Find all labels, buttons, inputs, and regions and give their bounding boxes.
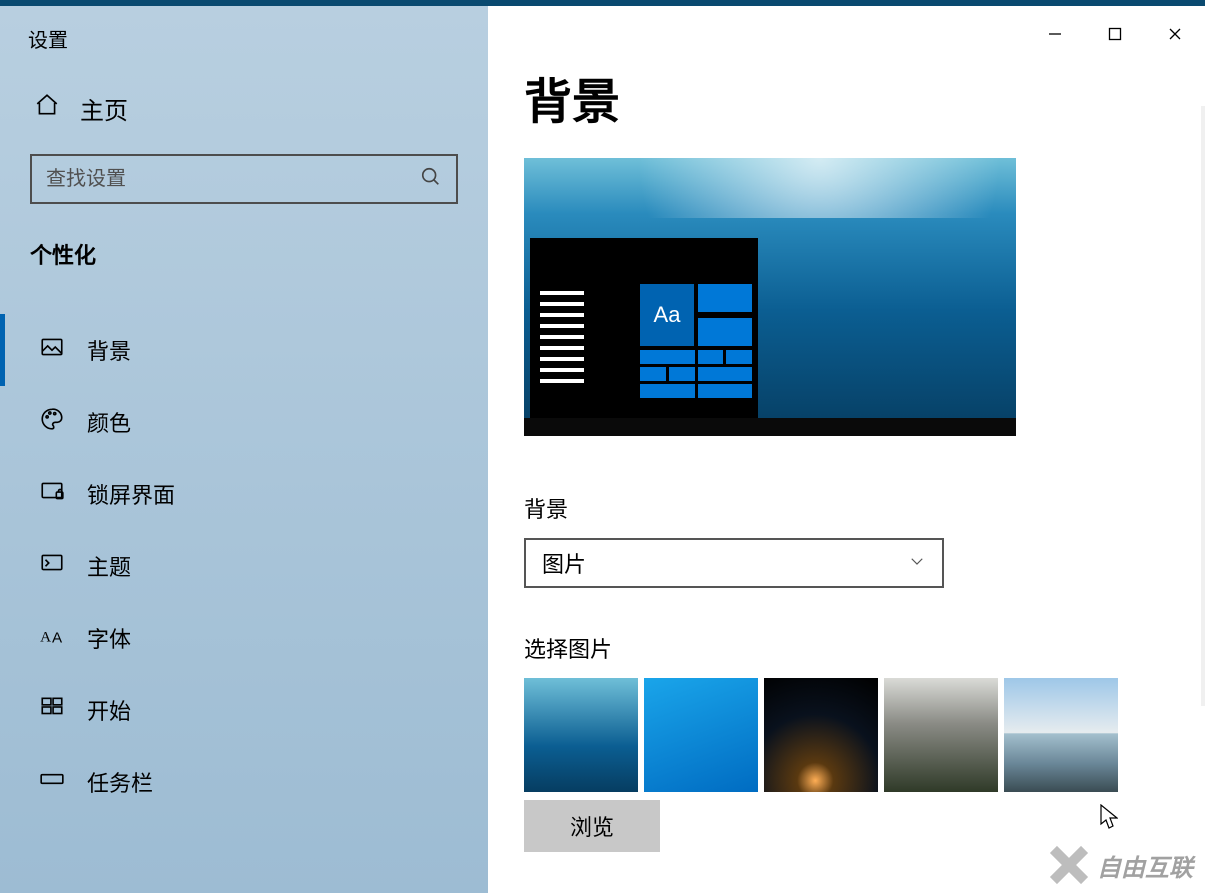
sidebar-nav: 背景 颜色 锁屏界面 主题 [0, 314, 488, 818]
watermark-x-icon [1049, 845, 1089, 885]
sidebar-item-colors[interactable]: 颜色 [0, 386, 488, 458]
sidebar-item-label: 背景 [87, 334, 131, 366]
taskbar-icon [39, 766, 65, 798]
settings-window: 设置 主页 个性化 背景 [0, 6, 1205, 893]
desktop-preview: Aa [524, 158, 1016, 436]
app-title: 设置 [0, 6, 488, 53]
chevron-down-icon [908, 550, 926, 576]
sidebar-item-start[interactable]: 开始 [0, 674, 488, 746]
page-title: 背景 [524, 62, 1165, 132]
picture-thumbnail[interactable] [884, 678, 998, 792]
picture-icon [39, 334, 65, 366]
sidebar-item-label: 字体 [87, 622, 131, 654]
svg-text:A: A [52, 630, 63, 647]
sidebar-item-background[interactable]: 背景 [0, 314, 488, 386]
svg-text:A: A [40, 629, 51, 646]
sidebar-item-lockscreen[interactable]: 锁屏界面 [0, 458, 488, 530]
picture-thumbnail[interactable] [1004, 678, 1118, 792]
minimize-button[interactable] [1025, 14, 1085, 54]
themes-icon [39, 550, 65, 582]
watermark: 自由互联 [1049, 845, 1193, 885]
choose-picture-label: 选择图片 [524, 632, 1165, 664]
content-pane: 背景 Aa 背景 [488, 6, 1205, 893]
background-type-select[interactable]: 图片 [524, 538, 944, 588]
sidebar-item-label: 颜色 [87, 406, 131, 438]
browse-button[interactable]: 浏览 [524, 800, 660, 852]
sidebar-item-label: 开始 [87, 694, 131, 726]
home-label: 主页 [80, 91, 128, 126]
watermark-text: 自由互联 [1097, 848, 1193, 883]
background-dropdown-label: 背景 [524, 492, 1165, 524]
maximize-button[interactable] [1085, 14, 1145, 54]
section-title: 个性化 [0, 204, 488, 270]
sidebar-item-themes[interactable]: 主题 [0, 530, 488, 602]
fonts-icon: AA [39, 622, 65, 654]
search-box[interactable] [30, 154, 458, 204]
lockscreen-icon [39, 478, 65, 510]
sidebar-item-fonts[interactable]: AA 字体 [0, 602, 488, 674]
sidebar-item-label: 锁屏界面 [87, 478, 175, 510]
preview-tile-text: Aa [640, 284, 694, 346]
titlebar [488, 6, 1205, 58]
scrollbar[interactable] [1201, 106, 1205, 706]
nav-home[interactable]: 主页 [0, 53, 488, 126]
palette-icon [39, 406, 65, 438]
thumbnail-row [524, 678, 1165, 792]
browse-button-label: 浏览 [570, 810, 614, 842]
select-value: 图片 [542, 547, 586, 579]
start-icon [39, 694, 65, 726]
sidebar: 设置 主页 个性化 背景 [0, 6, 488, 893]
home-icon [34, 92, 60, 125]
picture-thumbnail[interactable] [764, 678, 878, 792]
search-input[interactable] [46, 168, 420, 191]
sidebar-item-taskbar[interactable]: 任务栏 [0, 746, 488, 818]
close-button[interactable] [1145, 14, 1205, 54]
picture-thumbnail[interactable] [644, 678, 758, 792]
sidebar-item-label: 任务栏 [87, 766, 153, 798]
sidebar-item-label: 主题 [87, 550, 131, 582]
picture-thumbnail[interactable] [524, 678, 638, 792]
search-icon [420, 166, 442, 193]
